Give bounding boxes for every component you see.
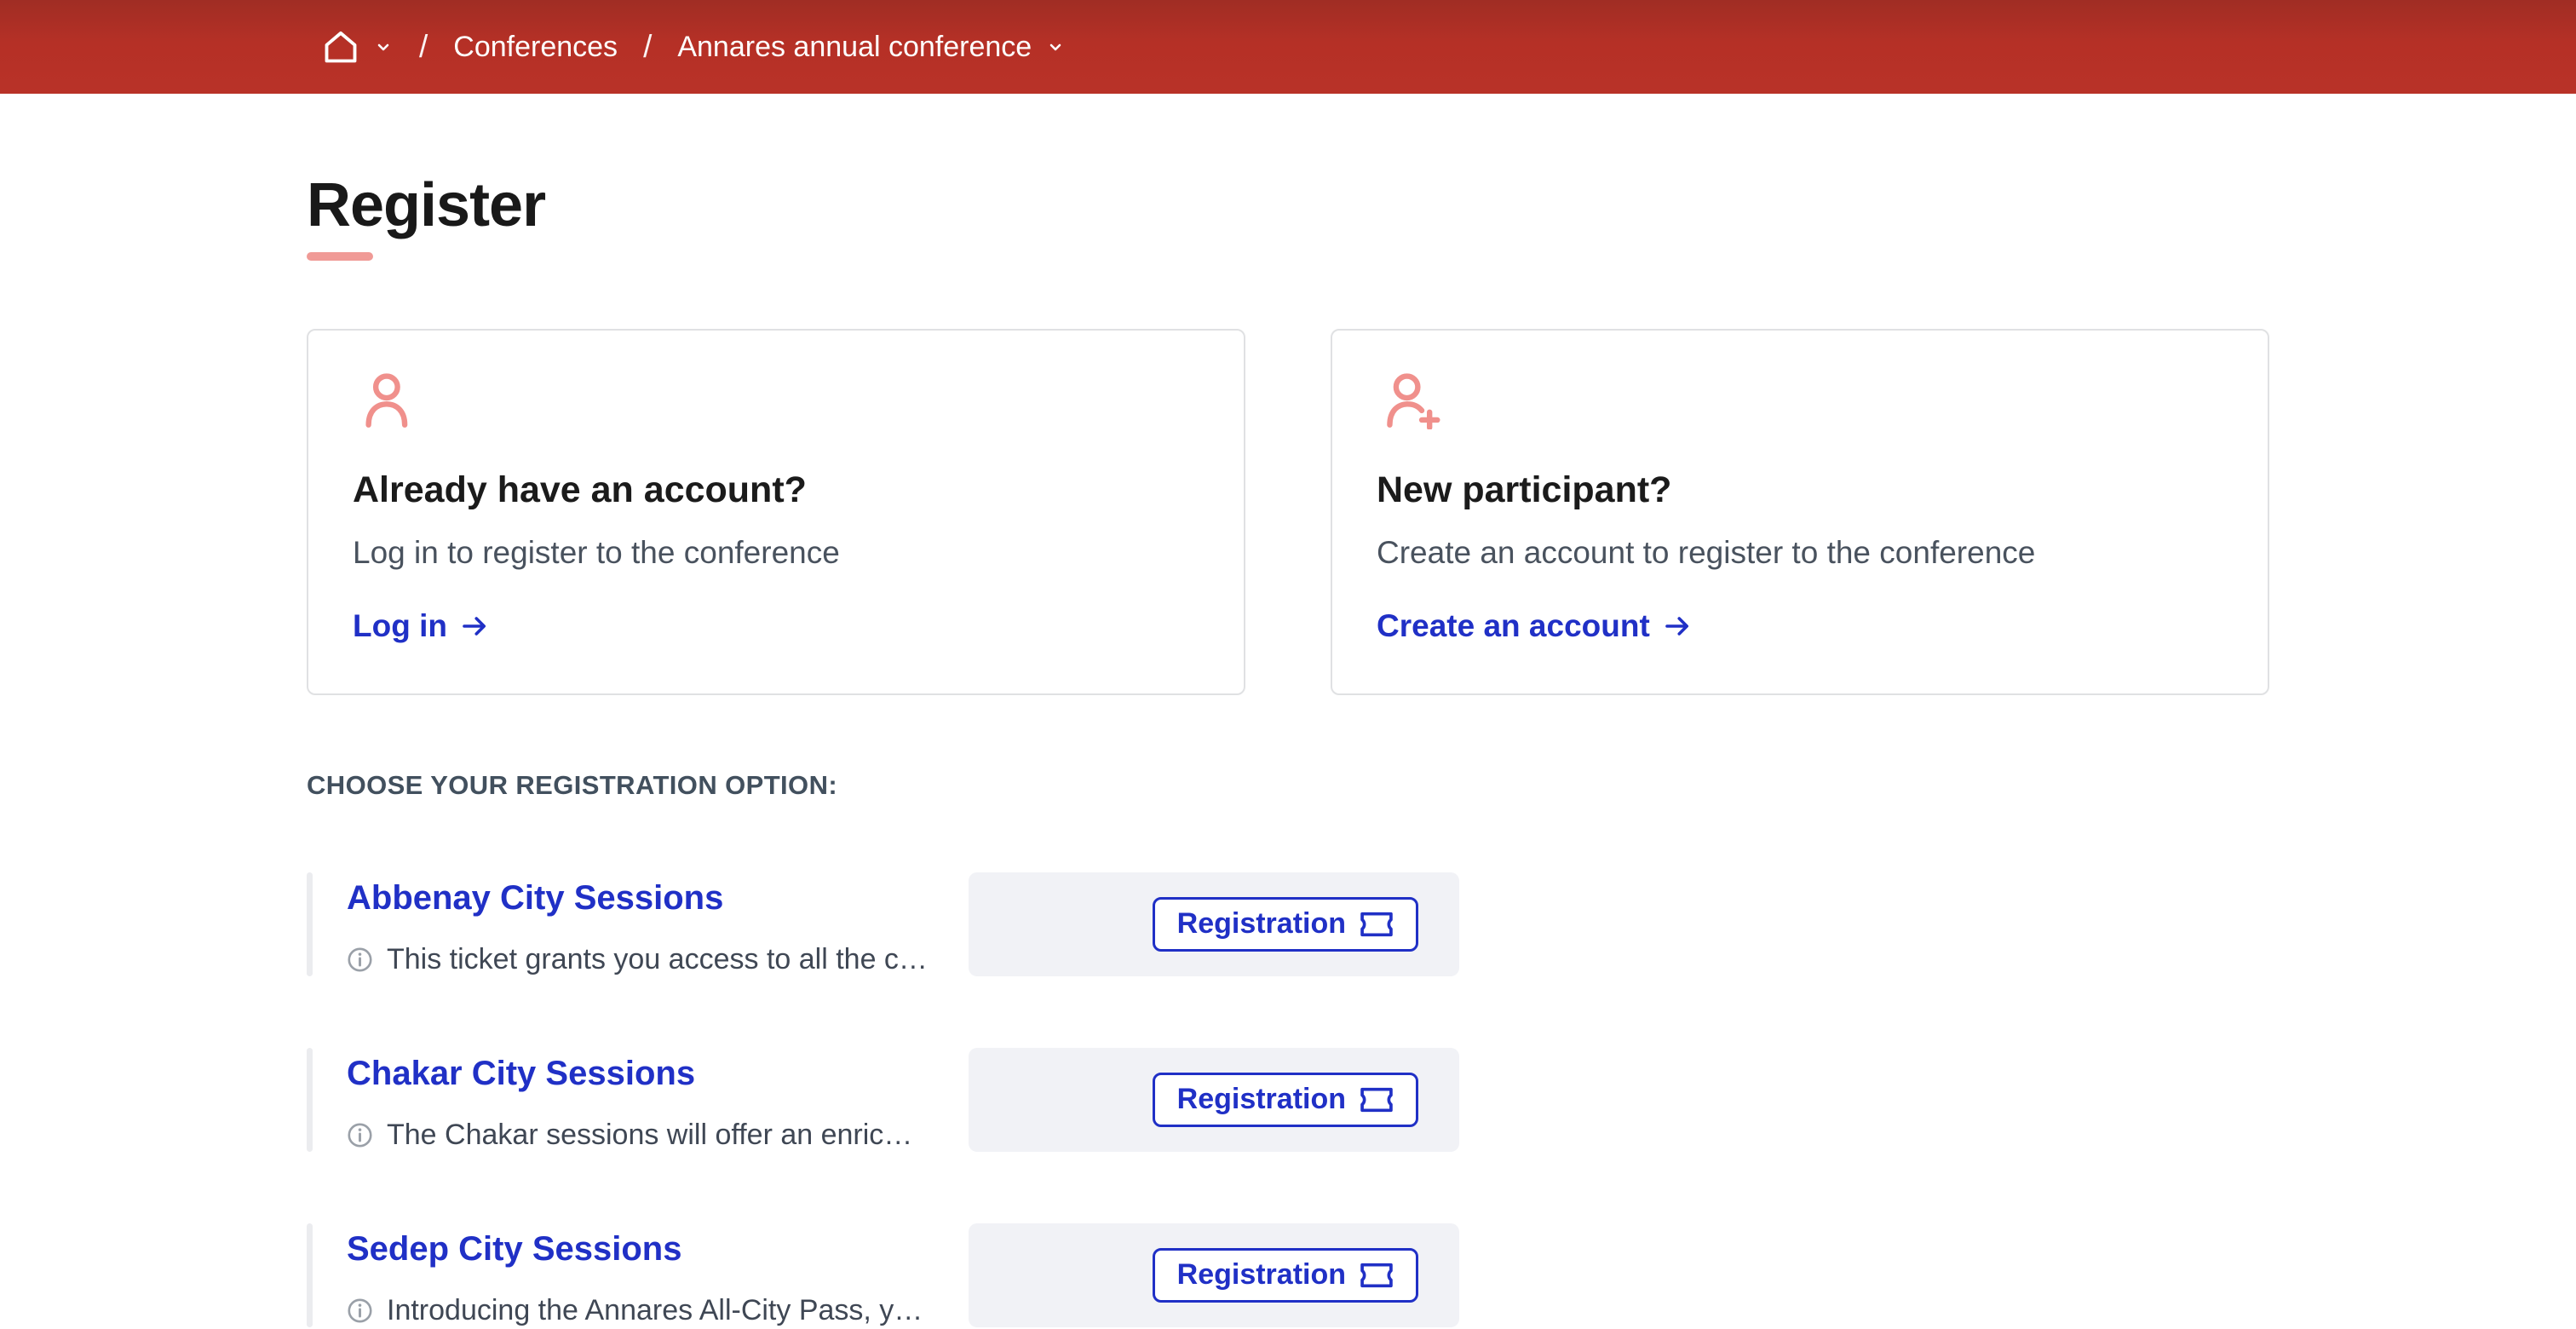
option-description: This ticket grants you access to all the…	[347, 943, 969, 976]
new-participant-card: New participant? Create an account to re…	[1331, 329, 2269, 695]
option-title-link[interactable]: Abbenay City Sessions	[347, 879, 723, 918]
info-icon	[347, 946, 373, 973]
registration-button-label: Registration	[1177, 1083, 1346, 1116]
card-title: New participant?	[1377, 469, 2220, 511]
title-accent-underline	[307, 252, 373, 261]
registration-option-chakar: Chakar City Sessions The Chakar sessions…	[307, 1048, 2269, 1152]
card-description: Create an account to register to the con…	[1377, 535, 2220, 571]
home-menu-chevron-down-icon[interactable]	[373, 37, 394, 57]
log-in-link[interactable]: Log in	[353, 608, 490, 644]
registration-button[interactable]: Registration	[1153, 1248, 1418, 1303]
breadcrumb-item-conferences[interactable]: Conferences	[453, 31, 618, 64]
breadcrumb-item-event[interactable]: Annares annual conference	[677, 31, 1032, 64]
option-action-panel: Registration	[969, 872, 1459, 976]
option-action-panel: Registration	[969, 1223, 1459, 1327]
registration-button[interactable]: Registration	[1153, 1073, 1418, 1127]
registration-button-label: Registration	[1177, 907, 1346, 941]
main-content: Register Already have an account? Log in…	[0, 174, 2576, 1327]
info-icon	[347, 1297, 373, 1324]
registration-options-heading: CHOOSE YOUR REGISTRATION OPTION:	[307, 770, 2269, 801]
option-info: Sedep City Sessions Introducing the Anna…	[313, 1223, 969, 1327]
option-description-text: This ticket grants you access to all the…	[387, 943, 928, 976]
option-title-link[interactable]: Chakar City Sessions	[347, 1055, 695, 1093]
option-action-panel: Registration	[969, 1048, 1459, 1152]
option-description-text: Introducing the Annares All-City Pass, y…	[387, 1294, 923, 1327]
home-icon	[322, 28, 359, 66]
existing-account-card: Already have an account? Log in to regis…	[307, 329, 1245, 695]
option-description-text: The Chakar sessions will offer an enric…	[387, 1119, 912, 1152]
card-description: Log in to register to the conference	[353, 535, 1196, 571]
option-info: Abbenay City Sessions This ticket grants…	[313, 872, 969, 976]
arrow-right-icon	[1662, 611, 1693, 641]
info-icon	[347, 1122, 373, 1148]
user-plus-icon	[1383, 371, 2220, 434]
user-icon	[359, 371, 1196, 434]
ticket-icon	[1360, 1085, 1394, 1114]
option-accent-bar	[307, 1048, 313, 1152]
option-description: The Chakar sessions will offer an enric…	[347, 1119, 969, 1152]
event-menu-chevron-down-icon[interactable]	[1045, 37, 1066, 57]
option-accent-bar	[307, 1223, 313, 1327]
account-cards: Already have an account? Log in to regis…	[307, 329, 2269, 695]
option-info: Chakar City Sessions The Chakar sessions…	[313, 1048, 969, 1152]
create-account-link[interactable]: Create an account	[1377, 608, 1693, 644]
top-navigation-bar: / Conferences / Annares annual conferenc…	[0, 0, 2576, 94]
option-description: Introducing the Annares All-City Pass, y…	[347, 1294, 969, 1327]
home-link[interactable]	[322, 28, 359, 66]
breadcrumb-separator: /	[643, 29, 652, 65]
option-accent-bar	[307, 872, 313, 976]
page-title: Register	[307, 174, 2269, 239]
ticket-icon	[1360, 910, 1394, 939]
arrow-right-icon	[459, 611, 490, 641]
breadcrumb: / Conferences / Annares annual conferenc…	[322, 28, 1066, 66]
option-title-link[interactable]: Sedep City Sessions	[347, 1230, 681, 1269]
registration-option-sedep: Sedep City Sessions Introducing the Anna…	[307, 1223, 2269, 1327]
registration-option-abbenay: Abbenay City Sessions This ticket grants…	[307, 872, 2269, 976]
ticket-icon	[1360, 1261, 1394, 1290]
card-title: Already have an account?	[353, 469, 1196, 511]
log-in-link-label: Log in	[353, 608, 447, 644]
registration-button-label: Registration	[1177, 1258, 1346, 1292]
create-account-link-label: Create an account	[1377, 608, 1650, 644]
registration-button[interactable]: Registration	[1153, 897, 1418, 952]
breadcrumb-separator: /	[419, 29, 428, 65]
